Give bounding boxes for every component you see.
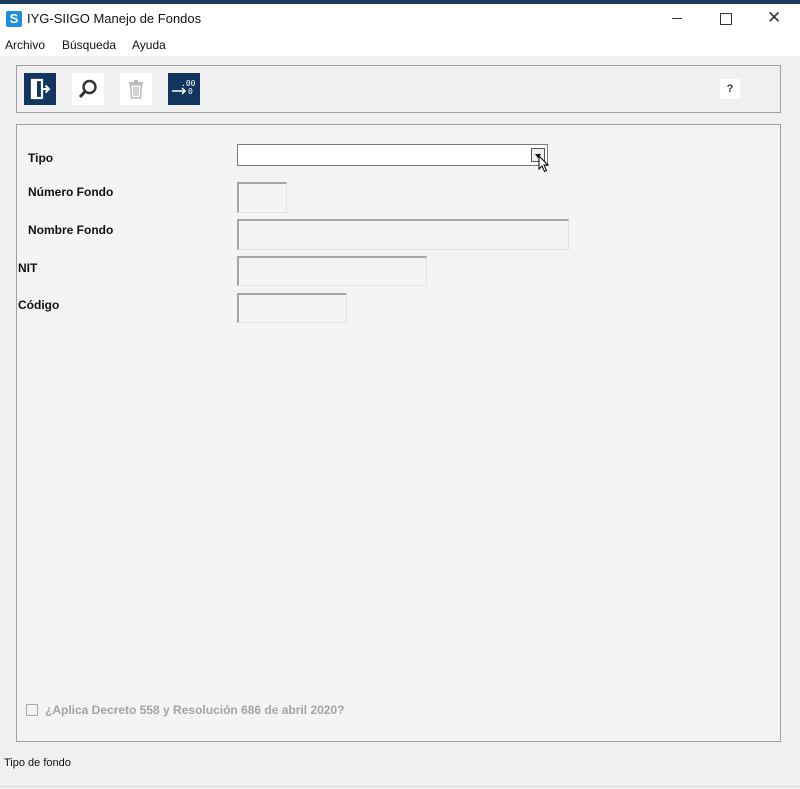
decimals-icon-bottom-text: 0 [188,87,193,96]
form-panel [16,124,781,742]
nombre-fondo-label: Nombre Fondo [28,223,114,237]
numero-fondo-field[interactable] [237,182,287,213]
tipo-select[interactable] [237,144,548,166]
decimals-icon: .00 0 [172,79,196,96]
menu-bar: Archivo Búsqueda Ayuda [0,34,800,56]
decreto-checkbox-label: ¿Aplica Decreto 558 y Resolución 686 de … [45,703,345,717]
close-icon: ✕ [767,8,782,27]
nombre-fondo-field[interactable] [237,219,569,250]
menu-busqueda[interactable]: Búsqueda [62,38,116,52]
mouse-pointer-icon [538,155,550,173]
status-bar-divider [0,786,800,787]
exit-button[interactable] [24,73,56,105]
exit-door-icon [30,78,51,100]
nit-field[interactable] [237,256,427,286]
search-icon [78,79,97,99]
decimals-button[interactable]: .00 0 [168,73,200,105]
maximize-button[interactable] [702,4,748,34]
window-title: IYG-SIIGO Manejo de Fondos [27,11,202,26]
menu-ayuda[interactable]: Ayuda [132,38,166,52]
siigo-app-icon: S [6,11,22,27]
tipo-label: Tipo [28,151,54,165]
minimize-button[interactable] [654,4,700,34]
close-button[interactable]: ✕ [752,4,798,34]
menu-archivo[interactable]: Archivo [5,38,45,52]
toolbar: .00 0 ? [16,65,781,113]
trash-icon [129,80,143,99]
codigo-label: Código [18,298,60,312]
title-bar[interactable]: S IYG-SIIGO Manejo de Fondos ✕ [0,4,800,34]
status-bar-text: Tipo de fondo [4,757,71,769]
decreto-checkbox[interactable] [26,704,38,716]
search-button[interactable] [72,73,104,105]
codigo-field[interactable] [237,293,347,323]
decreto-checkbox-row[interactable]: ¿Aplica Decreto 558 y Resolución 686 de … [26,703,344,717]
nit-label: NIT [18,261,38,275]
help-button[interactable]: ? [720,79,740,99]
numero-fondo-label: Número Fondo [28,185,114,199]
delete-button[interactable] [120,73,152,105]
